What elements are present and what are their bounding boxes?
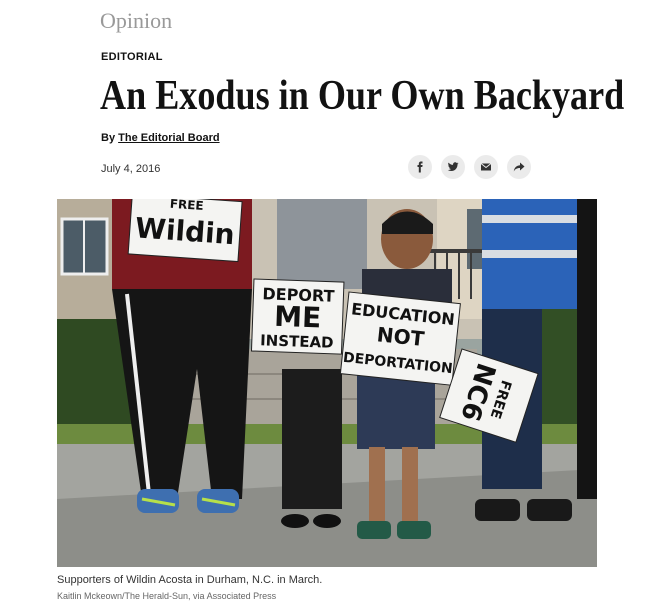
author-link[interactable]: The Editorial Board	[118, 132, 219, 144]
sign-deport-line2: ME	[274, 300, 322, 335]
email-icon	[480, 163, 492, 171]
twitter-share-button[interactable]	[441, 155, 465, 179]
facebook-share-button[interactable]	[408, 155, 432, 179]
photo-credit: Kaitlin Mckeown/The Herald-Sun, via Asso…	[57, 591, 277, 601]
twitter-icon	[447, 162, 459, 171]
byline: By The Editorial Board	[101, 132, 220, 144]
share-icon	[513, 162, 525, 172]
kicker: EDITORIAL	[101, 51, 163, 63]
lead-photo: FREE Wildin DEPORT ME INSTEAD EDUCATION …	[57, 199, 597, 567]
byline-prefix: By	[101, 132, 116, 144]
facebook-icon	[417, 161, 423, 173]
sign-education-line2: NOT	[376, 322, 426, 351]
section-label[interactable]: Opinion	[100, 8, 172, 34]
more-share-button[interactable]	[507, 155, 531, 179]
publish-date: July 4, 2016	[101, 163, 161, 175]
photo-caption: Supporters of Wildin Acosta in Durham, N…	[57, 574, 323, 586]
sign-wildin-prefix: FREE	[169, 199, 204, 213]
share-tools	[408, 155, 531, 179]
email-share-button[interactable]	[474, 155, 498, 179]
sign-wildin: Wildin	[134, 211, 236, 251]
headline: An Exodus in Our Own Backyard	[100, 73, 625, 119]
sign-deport-line3: INSTEAD	[260, 331, 334, 352]
